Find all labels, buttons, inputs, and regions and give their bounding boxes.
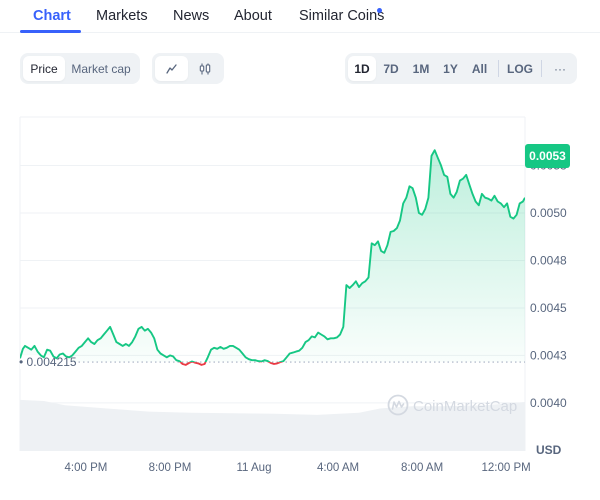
y-tick-label: 0.0048: [530, 253, 567, 267]
y-tick-label: 0.0043: [530, 348, 567, 362]
log-scale-button[interactable]: LOG: [503, 56, 537, 81]
y-tick-label: 0.0050: [530, 206, 567, 220]
range-1d-button[interactable]: 1D: [348, 56, 376, 81]
currency-label: USD: [536, 443, 562, 457]
tab-about[interactable]: About: [234, 8, 272, 24]
x-tick-label: 12:00 PM: [481, 462, 530, 474]
price-button[interactable]: Price: [23, 56, 65, 81]
more-options-button[interactable]: ···: [546, 56, 574, 81]
y-tick-label: 0.0040: [530, 396, 567, 410]
tab-chart[interactable]: Chart: [33, 8, 71, 24]
x-tick-label: 8:00 AM: [401, 462, 443, 474]
data-type-toggle: Price Market cap: [20, 53, 140, 84]
line-chart-icon: [165, 63, 177, 74]
chart-type-toggle: [152, 53, 224, 84]
x-tick-label: 8:00 PM: [149, 462, 192, 474]
range-all-button[interactable]: All: [465, 56, 494, 81]
range-1y-button[interactable]: 1Y: [436, 56, 465, 81]
x-tick-label: 11 Aug: [237, 462, 272, 474]
notification-dot: [377, 8, 382, 13]
candlestick-button[interactable]: [188, 56, 221, 81]
toolbar-divider: [541, 60, 542, 77]
tab-similar-coins[interactable]: Similar Coins: [299, 8, 384, 24]
time-range-toggle: 1D 7D 1M 1Y All LOG ···: [345, 53, 577, 84]
watermark-text: CoinMarketCap: [413, 398, 517, 415]
x-tick-label: 4:00 AM: [317, 462, 359, 474]
active-tab-indicator: [20, 30, 81, 33]
line-chart-button[interactable]: [155, 56, 188, 81]
range-7d-button[interactable]: 7D: [376, 56, 406, 81]
tab-bar: Chart Markets News About Similar Coins: [0, 0, 600, 33]
price-chart[interactable]: CoinMarketCap • 0.004215 0.00530.00500.0…: [0, 100, 600, 500]
candlestick-icon: [199, 63, 210, 74]
market-cap-button[interactable]: Market cap: [65, 56, 137, 81]
price-chart-svg: CoinMarketCap • 0.004215 0.00530.00500.0…: [19, 116, 570, 474]
tab-markets[interactable]: Markets: [96, 8, 148, 24]
x-tick-label: 4:00 PM: [65, 462, 108, 474]
y-tick-label: 0.0045: [530, 301, 567, 315]
range-1m-button[interactable]: 1M: [406, 56, 436, 81]
toolbar-divider: [498, 60, 499, 77]
tab-news[interactable]: News: [173, 8, 209, 24]
current-price-label: 0.0053: [529, 149, 566, 163]
